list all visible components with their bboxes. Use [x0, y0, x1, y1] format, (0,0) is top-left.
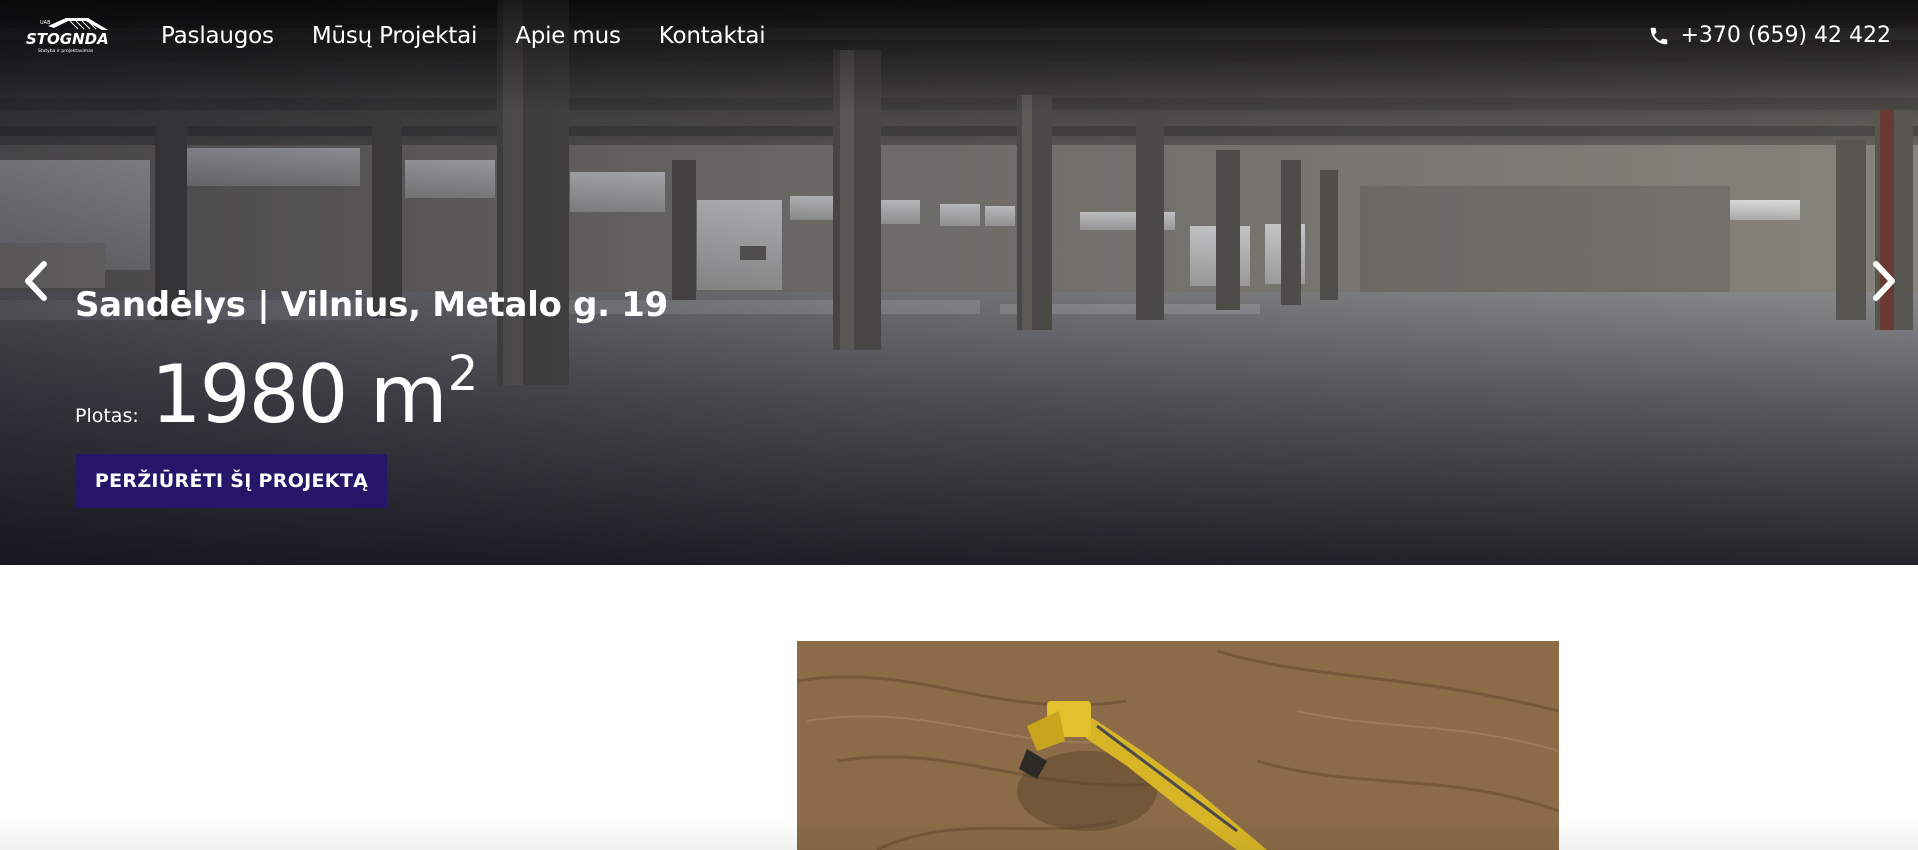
chevron-left-icon[interactable]: [20, 258, 50, 304]
phone-icon: [1651, 27, 1668, 45]
project-photo: [797, 641, 1559, 850]
main-nav: Paslaugos Mūsų Projektai Apie mus Kontak…: [161, 20, 803, 52]
chevron-right-icon[interactable]: [1870, 258, 1900, 304]
svg-text:STOGNDA: STOGNDA: [26, 30, 109, 48]
view-project-button[interactable]: PERŽIŪRĖTI ŠĮ PROJEKTĄ: [76, 454, 387, 508]
section-shadow: [0, 820, 1918, 850]
site-logo[interactable]: UAB STOGNDA Statyba ir projektavimas: [26, 16, 116, 56]
nav-item-projektai[interactable]: Mūsų Projektai: [312, 20, 478, 52]
area-unit-superscript: 2: [447, 346, 479, 402]
area-label: Plotas:: [75, 405, 139, 427]
svg-text:Statyba ir projektavimas: Statyba ir projektavimas: [38, 48, 94, 54]
logo-image: UAB STOGNDA Statyba ir projektavimas: [26, 18, 109, 54]
excavator-photo: [797, 641, 1559, 850]
slide-title: Sandėlys | Vilnius, Metalo g. 19: [75, 285, 669, 325]
phone-link[interactable]: +370 (659) 42 422: [1648, 20, 1891, 52]
nav-item-paslaugos[interactable]: Paslaugos: [161, 20, 274, 52]
hero-slider: UAB STOGNDA Statyba ir projektavimas Pas…: [0, 0, 1918, 565]
svg-text:UAB: UAB: [40, 20, 51, 26]
area-row: Plotas: 1980 m2: [75, 330, 479, 441]
nav-item-kontaktai[interactable]: Kontaktai: [659, 20, 766, 52]
phone-number: +370 (659) 42 422: [1680, 23, 1891, 48]
nav-item-apie-mus[interactable]: Apie mus: [515, 20, 621, 52]
area-value: 1980 m2: [150, 330, 479, 441]
header-fade: [0, 0, 1918, 110]
area-number: 1980 m: [150, 348, 448, 441]
